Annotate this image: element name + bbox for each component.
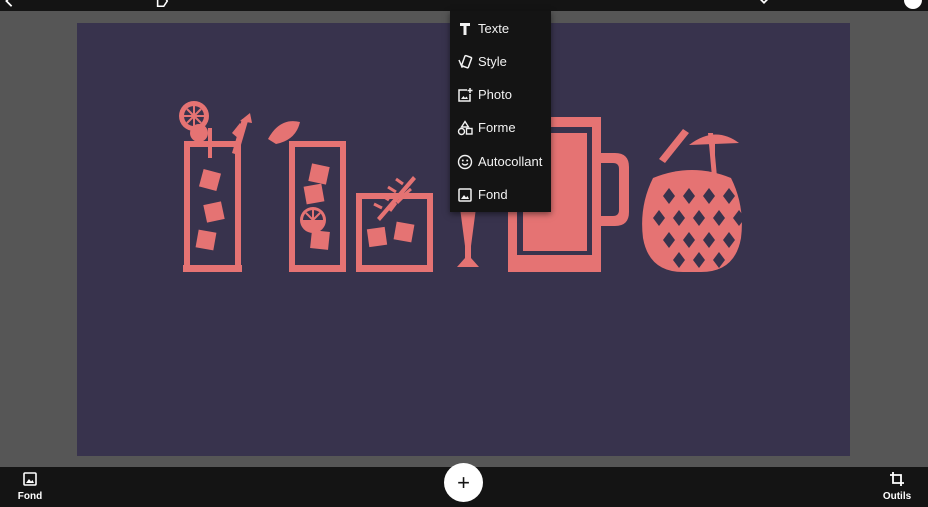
tools-button-label: Outils xyxy=(882,491,912,502)
background-icon xyxy=(450,187,477,203)
menu-item-label: Fond xyxy=(478,187,508,202)
menu-item-label: Style xyxy=(478,54,507,69)
image-icon xyxy=(22,471,38,487)
menu-item-label: Photo xyxy=(478,87,512,102)
background-button[interactable]: Fond xyxy=(8,471,52,505)
menu-item-photo[interactable]: Photo xyxy=(450,78,551,111)
check-icon[interactable] xyxy=(904,0,922,9)
background-button-label: Fond xyxy=(17,491,43,502)
top-toolbar xyxy=(0,0,928,11)
shapes-icon xyxy=(450,119,477,136)
insert-menu: Texte Style Photo Forme Autocollant Fond xyxy=(450,11,551,212)
menu-item-style[interactable]: Style xyxy=(450,45,551,78)
menu-item-texte[interactable]: Texte xyxy=(450,12,551,45)
back-arrow-icon[interactable] xyxy=(2,0,16,8)
add-button[interactable]: + xyxy=(444,463,483,502)
menu-item-label: Autocollant xyxy=(478,154,543,169)
menu-item-autocollant[interactable]: Autocollant xyxy=(450,145,551,178)
text-icon xyxy=(450,21,477,37)
label-icon[interactable] xyxy=(155,0,169,8)
menu-item-fond[interactable]: Fond xyxy=(450,178,551,211)
menu-item-forme[interactable]: Forme xyxy=(450,111,551,144)
chevron-down-icon[interactable] xyxy=(757,0,771,8)
tools-button[interactable]: Outils xyxy=(875,471,919,505)
add-photo-icon xyxy=(450,87,477,103)
style-icon xyxy=(450,54,477,70)
menu-item-label: Forme xyxy=(478,120,516,135)
menu-item-label: Texte xyxy=(478,21,510,36)
crop-icon xyxy=(889,471,905,487)
sticker-icon xyxy=(450,154,477,170)
